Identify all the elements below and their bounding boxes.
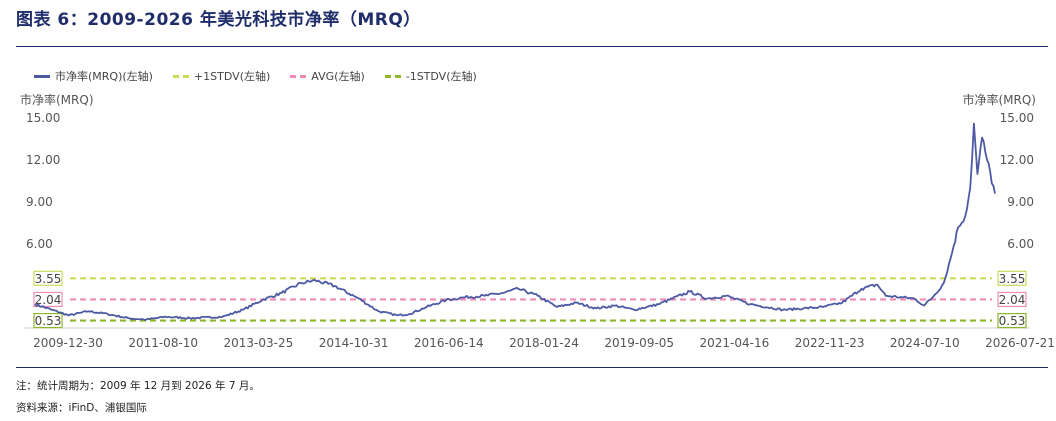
x-tick-1: 2011-08-10 bbox=[128, 336, 198, 350]
y-tick-right-2: 9.00 bbox=[1007, 195, 1034, 209]
upper-band-label-right: 3.55 bbox=[999, 272, 1026, 286]
y-tick-left-0: 15.00 bbox=[26, 111, 60, 125]
y-tick-left-3: 6.00 bbox=[26, 237, 53, 251]
y-tick-left-1: 12.00 bbox=[26, 153, 60, 167]
x-tick-4: 2016-06-14 bbox=[414, 336, 484, 350]
x-tick-6: 2019-09-05 bbox=[604, 336, 674, 350]
avg-label-right: 2.04 bbox=[999, 293, 1026, 307]
lower-band-label-left: 0.53 bbox=[35, 314, 62, 328]
y-tick-right-3: 6.00 bbox=[1007, 237, 1034, 251]
pb-ratio-chart: 15.00 15.00 12.00 12.00 9.00 9.00 6.00 6.00 2009… bbox=[24, 111, 1055, 350]
source-line: 资料来源：iFinD、浦银国际 bbox=[16, 402, 147, 414]
y-tick-right-1: 12.00 bbox=[1000, 153, 1034, 167]
x-tick-8: 2022-11-23 bbox=[795, 336, 865, 350]
x-tick-9: 2024-07-10 bbox=[890, 336, 960, 350]
x-tick-0: 2009-12-30 bbox=[33, 336, 103, 350]
x-tick-5: 2018-01-24 bbox=[509, 336, 579, 350]
y-tick-right-0: 15.00 bbox=[1000, 111, 1034, 125]
x-tick-2: 2013-03-25 bbox=[224, 336, 294, 350]
lower-band-label-right: 0.53 bbox=[999, 314, 1026, 328]
footer-rule bbox=[16, 367, 1048, 368]
pb-ratio-line bbox=[34, 122, 996, 321]
y-tick-left-2: 9.00 bbox=[26, 195, 53, 209]
upper-band-label-left: 3.55 bbox=[35, 272, 62, 286]
footnote: 注：统计周期为：2009 年 12 月到 2026 年 7 月。 bbox=[16, 380, 260, 392]
x-tick-7: 2021-04-16 bbox=[700, 336, 770, 350]
x-tick-3: 2014-10-31 bbox=[319, 336, 389, 350]
x-tick-10: 2026-07-21 bbox=[985, 336, 1055, 350]
